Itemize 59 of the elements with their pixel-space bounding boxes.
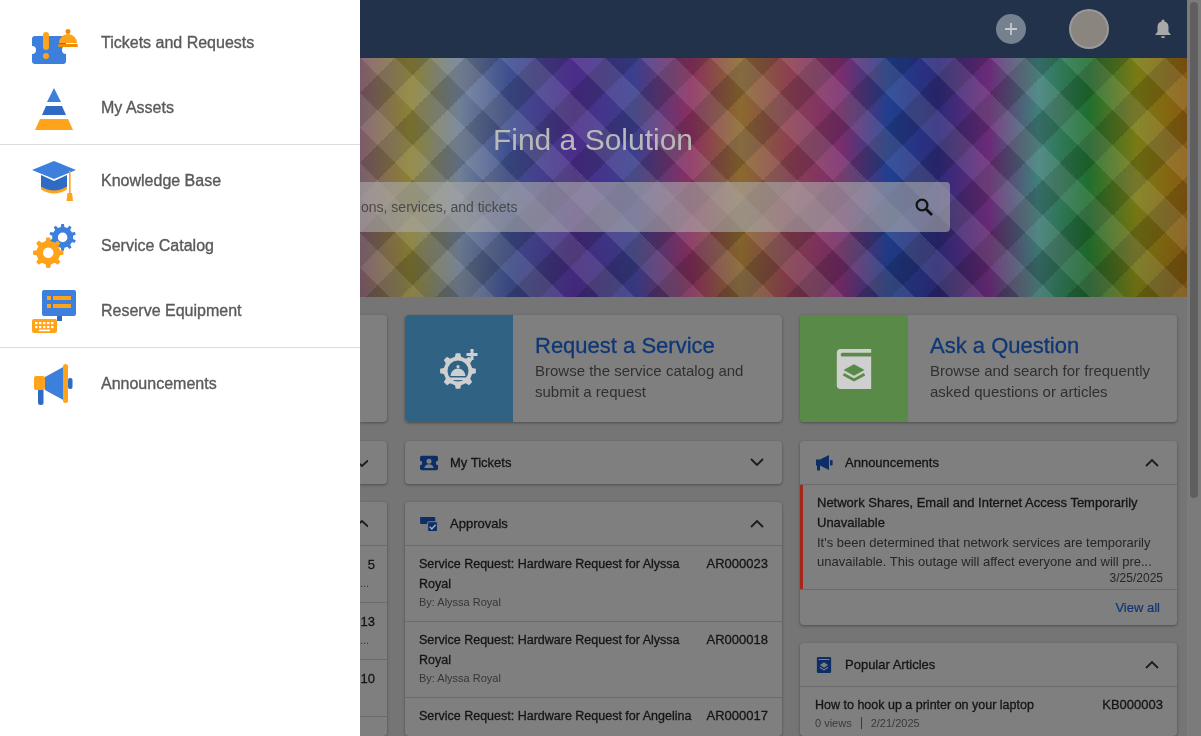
search-icon[interactable] xyxy=(915,198,933,216)
ticket-description: ... xyxy=(360,633,371,648)
chevron-down-icon[interactable] xyxy=(750,458,764,467)
ticket-number: 10 xyxy=(360,670,375,688)
book-icon xyxy=(815,656,833,673)
request-title[interactable]: Service Request: Hardware Request for Alyssa Royal xyxy=(419,554,699,594)
quick-action-description: Browse and search for frequently asked questions or articles xyxy=(930,361,1152,402)
request-title[interactable]: Service Request: Hardware Request for Alyssa Royal xyxy=(419,630,699,670)
requester-name: By: Alyssa Royal xyxy=(419,671,502,686)
nav-item[interactable]: Service Catalog xyxy=(0,213,360,278)
panel-title: Announcements xyxy=(845,455,940,470)
monitor-keyboard-icon xyxy=(30,287,78,334)
view-all-link[interactable]: View all xyxy=(1115,600,1160,615)
scrollbar-track[interactable] xyxy=(1187,0,1201,736)
nav-item[interactable]: Announcements xyxy=(0,351,360,416)
nav-item[interactable]: My Assets xyxy=(0,75,360,140)
search-field[interactable]: ons, services, and tickets xyxy=(360,182,950,232)
plus-icon xyxy=(1005,23,1017,35)
nav-item[interactable]: Knowledge Base xyxy=(0,148,360,213)
quick-action-description: Browse the service catalog and submit a request xyxy=(535,361,745,402)
article-number: KB000003 xyxy=(1102,696,1163,714)
chevron-up-icon[interactable] xyxy=(360,519,368,528)
quick-action-title: Request a Service xyxy=(535,332,716,360)
request-title[interactable]: Service Request: Hardware Request for Angelina xyxy=(419,706,699,726)
hero-title: Find a Solution xyxy=(491,122,695,158)
announcement-title[interactable]: Network Shares, Email and Internet Access Temporarily Unavailable xyxy=(817,493,1163,533)
add-button[interactable] xyxy=(996,14,1026,44)
chevron-up-icon[interactable] xyxy=(1145,660,1159,669)
nav-item[interactable]: Tickets and Requests xyxy=(0,10,360,75)
requester-name: By: Alyssa Royal xyxy=(419,595,502,610)
request-number: AR000023 xyxy=(706,555,768,573)
nav-item[interactable]: Reserve Equipment xyxy=(0,278,360,343)
request-number: AR000018 xyxy=(706,631,768,649)
quick-action-title: Ask a Question xyxy=(930,332,1081,360)
panel-title: My Tickets xyxy=(450,455,513,470)
ticket-number: 5 xyxy=(366,556,375,574)
announcement-text: It's been determined that network services are temporarily unavailable. This outage will affect everyone and will pre... xyxy=(817,534,1153,571)
panel-title: Popular Articles xyxy=(845,657,937,672)
chevron-up-icon[interactable] xyxy=(1145,458,1159,467)
gear-bell-icon xyxy=(438,347,480,390)
view-count: 0 views xyxy=(815,716,852,731)
bell-icon[interactable] xyxy=(1155,19,1171,39)
article-date: 2/21/2025 xyxy=(870,716,920,731)
approval-ticket-icon xyxy=(420,515,438,532)
chevron-up-icon[interactable] xyxy=(750,519,764,528)
panel-title: Approvals xyxy=(450,516,509,531)
user-avatar[interactable] xyxy=(1071,11,1107,47)
quick-action-card[interactable]: Ask a Question Browse and search for frequently asked questions or articles xyxy=(800,315,1177,422)
gears-icon xyxy=(30,222,78,269)
request-number: AR000017 xyxy=(706,707,768,725)
ticket-description: ... xyxy=(360,576,371,591)
megaphone-icon xyxy=(815,454,833,471)
quick-action-card[interactable]: Request a Service Browse the service catalog and submit a request xyxy=(405,315,782,422)
chevron-down-icon[interactable] xyxy=(360,458,368,467)
announcement-date: 3/25/2025 xyxy=(1108,571,1163,585)
article-title[interactable]: How to hook up a printer on your laptop xyxy=(815,695,1095,715)
scrollbar-thumb[interactable] xyxy=(1190,2,1198,498)
id-badge-icon xyxy=(420,454,438,471)
ticket-number: 13 xyxy=(360,613,375,631)
